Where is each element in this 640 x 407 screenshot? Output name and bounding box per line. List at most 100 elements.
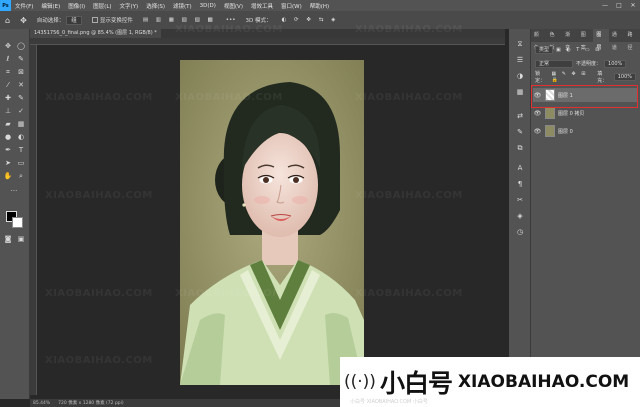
menu-file[interactable]: 文件(F) — [11, 2, 37, 10]
layer-name[interactable]: 图层 0 — [558, 128, 573, 135]
eraser-tool-icon[interactable]: ▰ — [3, 119, 13, 129]
hand-tool-icon[interactable]: ✋ — [3, 171, 13, 181]
watermark-11: XIAOBAIHAO.COM — [45, 355, 153, 366]
tools-panel: ✥ ◯ ℓ ✎ ⌗ ⊠ ⁄ ✕ ✚ ✎ ⊥ ✓ ▰ ▦ ● ◐ ✒ T ➤ ▭ … — [0, 29, 30, 399]
close-button[interactable]: ✕ — [626, 0, 640, 11]
window-controls: — □ ✕ — [598, 0, 640, 11]
quick-mask-icon[interactable]: ◙ — [3, 234, 13, 244]
history-icon[interactable]: ⧖ — [515, 39, 525, 49]
properties-icon[interactable]: ☰ — [515, 55, 525, 65]
more-options-icon[interactable]: ••• — [221, 17, 241, 23]
move-tool-icon[interactable]: ✥ — [15, 16, 32, 25]
show-transform-label: 显示变换控件 — [99, 18, 133, 24]
paths-icon[interactable]: ✎ — [515, 127, 525, 137]
screen-mode-icon[interactable]: ▣ — [16, 234, 26, 244]
more-tools-icon[interactable]: ··· — [9, 186, 19, 196]
photoshop-logo: Ps — [0, 0, 11, 11]
ruler-tool-icon[interactable]: ✕ — [16, 80, 26, 90]
tab-color[interactable]: 颜色 — [531, 29, 547, 51]
fill-input[interactable]: 100% — [613, 72, 637, 81]
channels-icon[interactable]: ⇄ — [515, 111, 525, 121]
layer-row-3[interactable]: 👁 图层 0 — [533, 124, 638, 138]
menu-edit[interactable]: 编辑(E) — [37, 2, 64, 10]
options-bar: ⌂ ✥ 自动选择： 组 显示变换控件 ▤ ▥ ▦ ▧ ▨ ▩ ••• 3D 模式… — [0, 11, 640, 29]
tab-patterns[interactable]: 图案 — [578, 29, 594, 51]
tab-layers[interactable]: 图层 — [593, 29, 609, 51]
paragraph-icon[interactable]: ¶ — [515, 179, 525, 189]
opacity-input[interactable]: 100% — [604, 59, 627, 68]
libraries-icon[interactable]: ⧉ — [515, 143, 525, 153]
document-info: 720 像素 x 1280 像素 (72 ppi) — [58, 401, 124, 406]
minimize-button[interactable]: — — [598, 0, 612, 11]
align-icons[interactable]: ▤ ▥ ▦ ▧ ▨ ▩ — [138, 17, 221, 23]
selection-highlight-box — [531, 85, 638, 108]
auto-select-label: 自动选择： — [36, 18, 65, 24]
menu-plugins[interactable]: 增效工具 — [247, 2, 277, 10]
document-image[interactable] — [180, 60, 364, 385]
type-tool-icon[interactable]: T — [16, 145, 26, 155]
watermark-4: XIAOBAIHAO.COM — [175, 92, 283, 103]
lock-icons[interactable]: ▦ ✎ ✥ ⊞ 🔒 — [551, 71, 594, 83]
watermark-9: XIAOBAIHAO.COM — [175, 288, 283, 299]
menu-window[interactable]: 窗口(W) — [277, 2, 306, 10]
quick-select-tool-icon[interactable]: ✎ — [16, 54, 26, 64]
eyedropper-tool-icon[interactable]: ⁄ — [3, 80, 13, 90]
menu-layer[interactable]: 图层(L) — [89, 2, 115, 10]
panel-tabs: 颜色 色板 渐变 图案 图层 通道 路径 — [531, 29, 640, 51]
clone-stamp-icon[interactable]: ⊥ — [3, 106, 13, 116]
auto-select-dropdown[interactable]: 组 — [66, 15, 82, 25]
opacity-label: 不透明度： — [576, 61, 602, 67]
filter-icons[interactable]: ▣ ◐ T ▭ ⊡ — [556, 47, 601, 53]
menu-image[interactable]: 图像(I) — [64, 2, 89, 10]
menu-view[interactable]: 视图(V) — [220, 2, 247, 10]
tab-channels[interactable]: 通道 — [609, 29, 625, 51]
healing-brush-icon[interactable]: ✚ — [3, 93, 13, 103]
dodge-tool-icon[interactable]: ◐ — [16, 132, 26, 142]
brush-tool-icon[interactable]: ✎ — [16, 93, 26, 103]
banner-subtext: 小白号 XIAOBAIHAO.COM 小白号 — [350, 399, 428, 405]
gradient-tool-icon[interactable]: ▦ — [16, 119, 26, 129]
blend-mode-dropdown[interactable]: 正常 — [535, 59, 573, 68]
shape-tool-icon[interactable]: ▭ — [16, 158, 26, 168]
move-tool-icon[interactable]: ✥ — [3, 41, 13, 51]
menu-filter[interactable]: 滤镜(T) — [169, 2, 196, 10]
tab-gradients[interactable]: 渐变 — [562, 29, 578, 51]
zoom-level[interactable]: 85.44% — [33, 401, 50, 406]
3d-icon[interactable]: ◈ — [515, 211, 525, 221]
kind-filter-dropdown[interactable]: 类型 — [535, 45, 554, 54]
home-icon[interactable]: ⌂ — [0, 16, 15, 25]
blur-tool-icon[interactable]: ● — [3, 132, 13, 142]
character-icon[interactable]: A — [515, 163, 525, 173]
layer-name[interactable]: 图层 0 拷贝 — [558, 110, 584, 117]
document-tab[interactable]: 14351756_0_final.png @ 85.4% (图层 1, RGB/… — [30, 29, 161, 38]
path-select-icon[interactable]: ➤ — [3, 158, 13, 168]
timeline-icon[interactable]: ◷ — [515, 227, 525, 237]
eye-icon[interactable]: 👁 — [533, 110, 542, 117]
watermark-2: XIAOBAIHAO.COM — [355, 24, 463, 35]
crop-tool-icon[interactable]: ⌗ — [3, 67, 13, 77]
maximize-button[interactable]: □ — [612, 0, 626, 11]
swatches-icon[interactable]: ▦ — [515, 87, 525, 97]
show-transform-checkbox[interactable] — [91, 17, 98, 23]
3d-icons[interactable]: ◐ ⟳ ✥ ⇆ ◈ — [276, 17, 343, 23]
menu-3d[interactable]: 3D(D) — [196, 3, 220, 9]
layer-row-2[interactable]: 👁 图层 0 拷贝 — [533, 106, 638, 120]
menu-help[interactable]: 帮助(H) — [306, 2, 333, 10]
background-color-swatch[interactable] — [12, 217, 23, 228]
lasso-tool-icon[interactable]: ℓ — [3, 54, 13, 64]
zoom-tool-icon[interactable]: ⌕ — [16, 171, 26, 181]
frame-tool-icon[interactable]: ⊠ — [16, 67, 26, 77]
history-brush-icon[interactable]: ✓ — [16, 106, 26, 116]
tab-swatches[interactable]: 色板 — [547, 29, 563, 51]
watermark-3: XIAOBAIHAO.COM — [45, 92, 153, 103]
adjustments-icon[interactable]: ◑ — [515, 71, 525, 81]
menu-select[interactable]: 选择(S) — [142, 2, 169, 10]
menu-type[interactable]: 文字(Y) — [116, 2, 143, 10]
watermark-6: XIAOBAIHAO.COM — [45, 190, 153, 201]
tab-paths[interactable]: 路径 — [624, 29, 640, 51]
pen-tool-icon[interactable]: ✒ — [3, 145, 13, 155]
marquee-tool-icon[interactable]: ◯ — [16, 41, 26, 51]
eye-icon[interactable]: 👁 — [533, 128, 542, 135]
tools-preset-icon[interactable]: ✂ — [515, 195, 525, 205]
broadcast-icon: ((·)) — [344, 372, 376, 392]
